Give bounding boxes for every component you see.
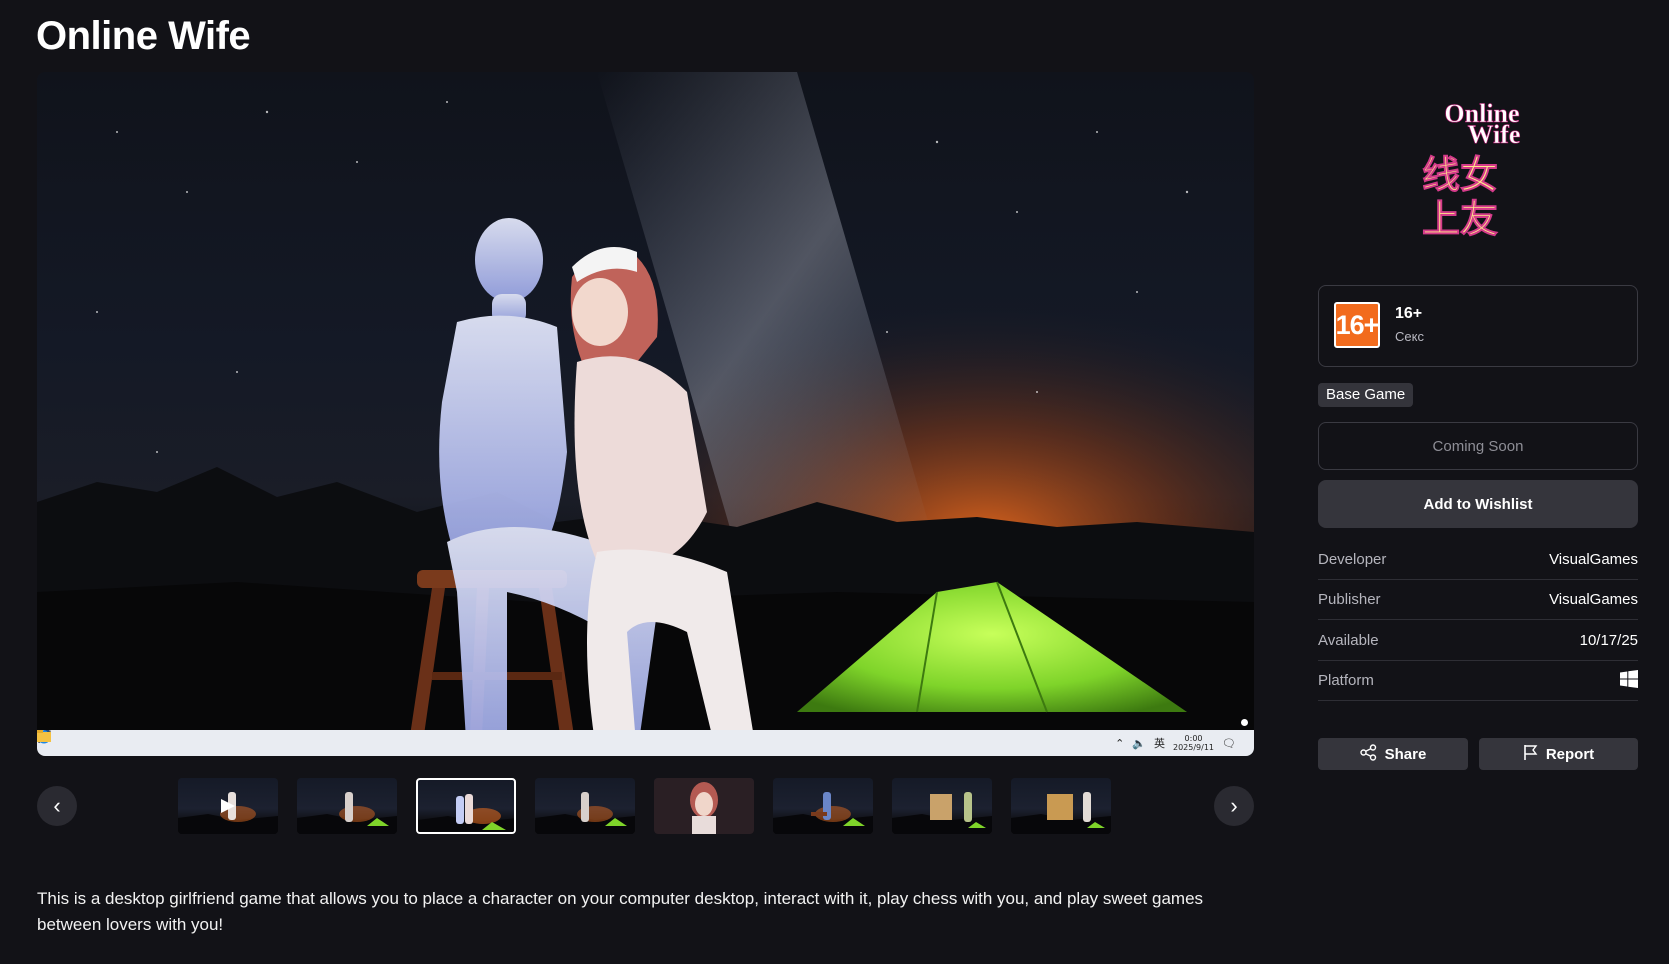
info-row-platform: Platform	[1318, 661, 1638, 701]
report-button[interactable]: Report	[1479, 738, 1638, 770]
page-title: Online Wife	[36, 14, 251, 58]
notification-icon: 🗨	[1222, 736, 1236, 750]
logo-text-cn-1: 线女	[1422, 153, 1498, 197]
clock-time: 0:00	[1184, 734, 1203, 743]
system-tray: ⌃ 🔈 英 0:00 2025/9/11 🗨	[1115, 734, 1254, 752]
info-key: Available	[1318, 632, 1379, 649]
volume-icon: 🔈	[1132, 736, 1146, 750]
info-row-available: Available 10/17/25	[1318, 621, 1638, 661]
prev-screenshot-button[interactable]: ‹	[37, 786, 77, 826]
windows-icon	[1620, 669, 1638, 692]
game-logo: Online Wife 线女 上友	[1420, 99, 1540, 250]
logo-text-en-2: Wife	[1468, 120, 1521, 149]
slide-indicator-dot	[1241, 719, 1248, 726]
chevron-left-icon: ‹	[53, 793, 61, 818]
thumbnail[interactable]	[654, 778, 754, 834]
share-label: Share	[1384, 745, 1427, 763]
clock-date: 2025/9/11	[1173, 743, 1215, 752]
info-value: VisualGames	[1549, 591, 1638, 608]
thumbnail[interactable]	[535, 778, 635, 834]
logo-text-cn-2: 上友	[1422, 197, 1498, 241]
info-key: Publisher	[1318, 591, 1381, 608]
age-rating-label: 16+	[1395, 305, 1423, 322]
chevron-right-icon: ›	[1230, 793, 1238, 818]
thumbnail[interactable]	[773, 778, 873, 834]
info-row-publisher: Publisher VisualGames	[1318, 580, 1638, 620]
thumbnail[interactable]	[297, 778, 397, 834]
desktop-taskbar: ⌃ 🔈 英 0:00 2025/9/11 🗨	[37, 730, 1254, 756]
report-label: Report	[1545, 745, 1595, 763]
age-rating-descriptor: Секс	[1395, 329, 1424, 344]
thumbnail[interactable]	[892, 778, 992, 834]
info-key: Developer	[1318, 551, 1387, 568]
info-value: 10/17/25	[1579, 632, 1638, 649]
age-rating-badge: 16+	[1334, 302, 1380, 348]
add-to-wishlist-button[interactable]: Add to Wishlist	[1318, 480, 1638, 528]
chevron-up-icon: ⌃	[1115, 736, 1125, 750]
flag-icon	[1523, 744, 1538, 765]
game-description: This is a desktop girlfriend game that a…	[37, 889, 1204, 934]
age-rating-card[interactable]: 16+ 16+ Секс	[1318, 285, 1638, 367]
thumbnail-video[interactable]	[178, 778, 278, 834]
thumbnail-selected[interactable]	[416, 778, 516, 834]
coming-soon-button: Coming Soon	[1318, 422, 1638, 470]
next-screenshot-button[interactable]: ›	[1214, 786, 1254, 826]
share-button[interactable]: Share	[1318, 738, 1468, 770]
share-icon	[1359, 743, 1377, 765]
main-screenshot[interactable]: ⌃ 🔈 英 0:00 2025/9/11 🗨	[37, 72, 1254, 756]
info-key: Platform	[1318, 672, 1374, 689]
task-view-icon	[37, 730, 115, 751]
thumbnail[interactable]	[1011, 778, 1111, 834]
input-language: 英	[1154, 737, 1165, 750]
search-icon	[37, 731, 89, 751]
info-row-developer: Developer VisualGames	[1318, 540, 1638, 580]
taskbar-clock: 0:00 2025/9/11	[1173, 734, 1214, 752]
edge-browser-icon	[37, 730, 141, 751]
game-type-badge: Base Game	[1318, 383, 1414, 407]
info-value: VisualGames	[1549, 551, 1638, 568]
screenshot-scene	[37, 72, 1254, 756]
file-explorer-icon	[37, 730, 167, 751]
